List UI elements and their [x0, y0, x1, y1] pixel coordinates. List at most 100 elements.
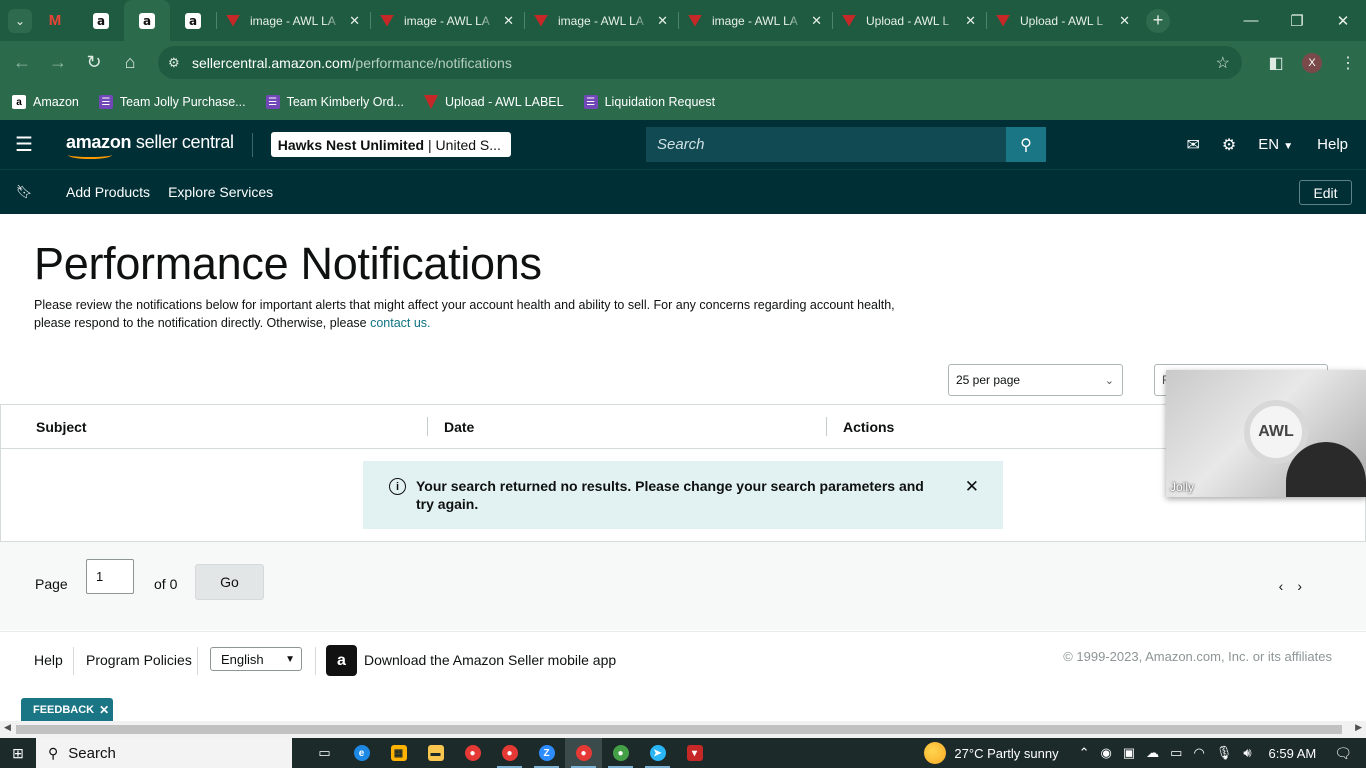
weather-icon[interactable] — [924, 742, 947, 764]
pinned-tab-amazon-active[interactable]: a — [124, 0, 170, 41]
nav-explore-services[interactable]: Explore Services — [168, 184, 273, 200]
column-actions[interactable]: Actions — [843, 419, 894, 435]
store-icon[interactable]: ▦ — [380, 738, 417, 768]
bookmark-liquidation[interactable]: ☰ Liquidation Request — [583, 95, 715, 109]
close-icon[interactable]: ✕ — [349, 13, 360, 29]
bookmark-icon[interactable]: 🔖︎ — [0, 184, 48, 200]
per-page-select[interactable]: 25 per page ⌄ — [948, 364, 1123, 396]
windows-start-icon[interactable]: ⊞ — [0, 745, 36, 762]
scroll-left-icon[interactable]: ◀ — [4, 722, 11, 733]
volume-icon[interactable]: 🔊︎ — [1243, 745, 1251, 761]
page-number-input[interactable]: 1 — [86, 559, 134, 594]
download-app-link[interactable]: Download the Amazon Seller mobile app — [364, 652, 616, 668]
horizontal-scrollbar[interactable]: ◀ ▶ — [0, 721, 1366, 738]
tab-search-icon[interactable]: ⌄ — [8, 8, 32, 33]
side-panel-icon[interactable]: ◧ — [1258, 45, 1294, 81]
nav-add-products[interactable]: Add Products — [66, 184, 150, 200]
reload-icon[interactable]: ↻ — [76, 45, 112, 81]
footer-policies-link[interactable]: Program Policies — [86, 652, 192, 668]
feedback-button[interactable]: FEEDBACK ✕ — [21, 698, 113, 722]
meet-now-icon[interactable]: ▣ — [1123, 745, 1135, 761]
mail-icon[interactable]: ✉ — [1186, 135, 1199, 155]
awl-app-icon[interactable]: ▾ — [676, 738, 713, 768]
edge-icon[interactable]: e — [343, 738, 380, 768]
pinned-tab-amazon-2[interactable]: a — [170, 0, 216, 41]
menu-kebab-icon[interactable]: ⋮ — [1330, 45, 1366, 81]
browser-tab[interactable]: Upload - AWL L ✕ — [986, 0, 1140, 41]
browser-tab[interactable]: image - AWL LA ✕ — [678, 0, 832, 41]
taskbar-search[interactable]: ⚲ Search — [36, 738, 292, 768]
close-icon[interactable]: ✕ — [965, 477, 979, 529]
close-icon[interactable]: ✕ — [99, 703, 109, 717]
browser-tab[interactable]: Upload - AWL L ✕ — [832, 0, 986, 41]
zoom-icon[interactable]: Z — [528, 738, 565, 768]
column-date[interactable]: Date — [444, 419, 474, 435]
search-button[interactable]: ⚲ — [1006, 127, 1046, 162]
telegram-icon[interactable]: ➤ — [639, 738, 676, 768]
chevron-left-icon[interactable]: ‹ — [1279, 578, 1298, 594]
help-link[interactable]: Help — [1317, 136, 1348, 153]
chrome-icon[interactable]: ● — [602, 738, 639, 768]
onedrive-icon[interactable]: ☁ — [1146, 745, 1159, 761]
go-button[interactable]: Go — [195, 564, 264, 600]
hamburger-menu-icon[interactable]: ☰ — [0, 120, 48, 169]
restore-icon[interactable]: ❐ — [1274, 0, 1320, 41]
notifications-icon[interactable]: 🗨︎ — [1334, 745, 1352, 762]
browser-tab[interactable]: image - AWL LA ✕ — [524, 0, 678, 41]
scrollbar-thumb[interactable] — [16, 725, 1342, 734]
record-icon[interactable]: ◉ — [1101, 745, 1112, 761]
browser-tab[interactable]: image - AWL LA ✕ — [216, 0, 370, 41]
bookmark-team-kimberly[interactable]: ☰ Team Kimberly Ord... — [265, 95, 404, 109]
clock[interactable]: 6:59 AM — [1269, 746, 1317, 761]
task-view-icon[interactable]: ▭ — [306, 738, 343, 768]
form-icon: ☰ — [98, 95, 113, 109]
file-explorer-icon[interactable]: ▬ — [417, 738, 454, 768]
scroll-right-icon[interactable]: ▶ — [1355, 722, 1362, 733]
close-icon[interactable]: ✕ — [1119, 13, 1130, 29]
language-selector[interactable]: EN ▼ — [1258, 136, 1293, 153]
chevron-up-icon[interactable]: ⌃ — [1079, 745, 1090, 761]
chrome-icon[interactable]: ● — [454, 738, 491, 768]
pinned-tab-amazon-1[interactable]: a — [78, 0, 124, 41]
new-tab-button[interactable]: + — [1146, 8, 1170, 33]
close-icon[interactable]: ✕ — [657, 13, 668, 29]
minimize-icon[interactable]: — — [1228, 0, 1274, 41]
close-icon[interactable]: ✕ — [811, 13, 822, 29]
pinned-tab-gmail[interactable]: M — [32, 0, 78, 41]
chevron-right-icon[interactable]: › — [1297, 578, 1316, 594]
seller-central-logo[interactable]: amazon seller central — [66, 132, 234, 159]
wifi-icon[interactable]: ◠ — [1193, 745, 1204, 761]
address-bar[interactable]: ⚙ sellercentral.amazon.com/performance/n… — [158, 46, 1242, 79]
footer-help-link[interactable]: Help — [34, 652, 63, 668]
amazon-app-icon[interactable]: a — [326, 645, 357, 676]
forward-arrow-icon[interactable]: → — [40, 45, 76, 81]
battery-icon[interactable]: ▭ — [1170, 745, 1182, 761]
profile-avatar[interactable]: X — [1302, 52, 1322, 73]
footer-language-select[interactable]: English ▼ — [210, 647, 302, 671]
microphone-icon[interactable]: 🎙︎ — [1216, 745, 1233, 761]
store-name: Hawks Nest Unlimited — [277, 136, 425, 153]
bookmark-upload-awl[interactable]: Upload - AWL LABEL — [424, 95, 564, 109]
tab-title: image - AWL LA — [558, 13, 644, 28]
weather-text[interactable]: 27°C Partly sunny — [954, 746, 1058, 761]
gear-icon[interactable]: ⚙ — [1222, 135, 1236, 155]
contact-us-link[interactable]: contact us. — [370, 316, 430, 330]
back-arrow-icon[interactable]: ← — [4, 45, 40, 81]
bookmark-star-icon[interactable]: ☆ — [1216, 53, 1230, 73]
close-icon[interactable]: ✕ — [965, 13, 976, 29]
intro-text: Please review the notifications below fo… — [34, 296, 914, 332]
browser-tab[interactable]: image - AWL LA ✕ — [370, 0, 524, 41]
video-call-overlay[interactable]: AWL Jolly — [1166, 370, 1366, 497]
bookmark-amazon[interactable]: a Amazon — [12, 95, 79, 109]
edit-nav-button[interactable]: Edit — [1299, 180, 1352, 205]
chrome-icon[interactable]: ● — [565, 738, 602, 768]
site-info-icon[interactable]: ⚙ — [168, 55, 186, 71]
chrome-icon[interactable]: ● — [491, 738, 528, 768]
column-subject[interactable]: Subject — [36, 419, 87, 435]
search-input[interactable]: Search — [646, 127, 1006, 162]
close-icon[interactable]: ✕ — [503, 13, 514, 29]
store-switcher[interactable]: Hawks Nest Unlimited | United S... — [270, 132, 511, 157]
home-icon[interactable]: ⌂ — [112, 45, 148, 81]
bookmark-team-jolly[interactable]: ☰ Team Jolly Purchase... — [98, 95, 246, 109]
close-window-icon[interactable]: ✕ — [1320, 0, 1366, 41]
